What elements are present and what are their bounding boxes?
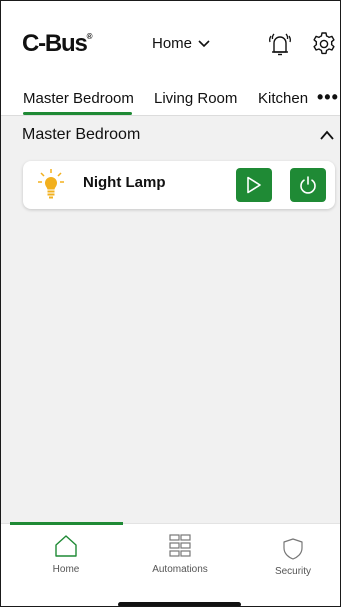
- play-button[interactable]: [236, 168, 272, 202]
- app-header: C-Bus® Home: [0, 0, 341, 88]
- chevron-down-icon: [198, 39, 210, 47]
- nav-home[interactable]: Home: [16, 534, 116, 575]
- gear-icon[interactable]: [311, 31, 337, 57]
- cbus-logo: C-Bus®: [22, 30, 93, 57]
- nav-home-label: Home: [52, 564, 80, 575]
- tab-master-bedroom[interactable]: Master Bedroom: [23, 90, 134, 107]
- more-tabs-icon[interactable]: •••: [317, 87, 339, 108]
- device-name: Night Lamp: [83, 174, 166, 191]
- active-tab-indicator: [23, 112, 132, 115]
- shield-icon: [283, 538, 303, 560]
- nav-automations[interactable]: Automations: [130, 534, 230, 575]
- location-label: Home: [152, 35, 193, 52]
- home-icon: [55, 535, 77, 557]
- bulb-icon: [38, 169, 64, 199]
- nav-automations-label: Automations: [152, 564, 208, 575]
- system-home-indicator: [118, 602, 241, 607]
- bottom-navigation: Home Automations Security: [0, 522, 341, 607]
- grid-icon: [169, 534, 191, 557]
- active-nav-indicator: [10, 522, 123, 525]
- collapse-chevron-icon[interactable]: [320, 129, 334, 141]
- power-icon: [300, 176, 316, 194]
- location-dropdown[interactable]: Home: [152, 35, 210, 52]
- nav-security[interactable]: Security: [243, 538, 341, 577]
- power-button[interactable]: [290, 168, 326, 202]
- nav-security-label: Security: [274, 566, 312, 577]
- play-icon: [247, 176, 261, 194]
- room-section: Master Bedroom Night Lamp: [0, 116, 341, 523]
- tab-kitchen[interactable]: Kitchen: [258, 90, 308, 107]
- tab-living-room[interactable]: Living Room: [154, 90, 237, 107]
- alarm-icon[interactable]: [266, 30, 294, 58]
- device-card[interactable]: Night Lamp: [23, 161, 335, 209]
- room-title: Master Bedroom: [22, 126, 141, 143]
- room-tabs: Master Bedroom Living Room Kitchen •••: [0, 87, 341, 116]
